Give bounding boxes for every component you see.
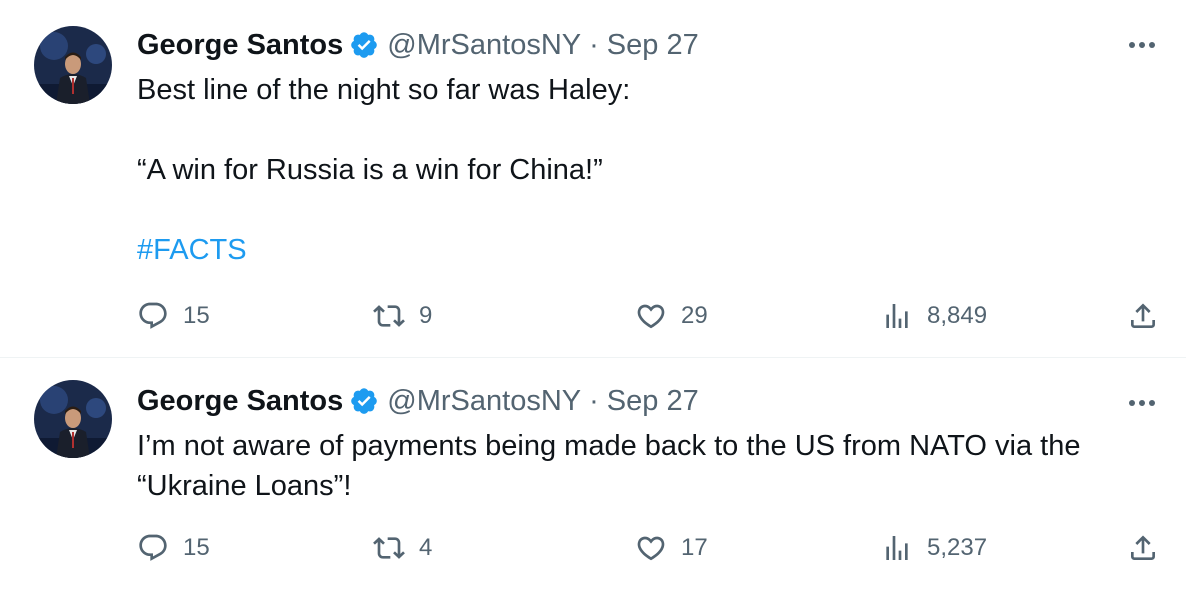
heart-icon: [637, 536, 665, 561]
avatar[interactable]: [34, 380, 112, 458]
share-button[interactable]: [1127, 528, 1159, 568]
heart-icon: [637, 304, 665, 329]
speech-bubble-icon: [139, 534, 167, 561]
retweet-button[interactable]: 9: [373, 296, 432, 336]
views-button[interactable]: 8,849: [881, 296, 987, 336]
like-button[interactable]: 17: [635, 528, 708, 568]
author-handle[interactable]: @MrSantosNY: [387, 382, 581, 420]
retweet-count: 9: [419, 302, 433, 329]
tweet-text-line: I’m not aware of payments being made bac…: [137, 430, 1081, 462]
like-count: 29: [681, 302, 708, 329]
author-handle[interactable]: @MrSantosNY: [387, 26, 581, 64]
bar-chart-icon: [886, 304, 908, 328]
reply-button[interactable]: 15: [137, 528, 210, 568]
more-options-button[interactable]: [1124, 388, 1160, 418]
author-name[interactable]: George Santos: [137, 26, 343, 64]
views-count: 5,237: [927, 534, 988, 561]
retweet-count: 4: [419, 534, 433, 561]
reply-count: 15: [183, 302, 210, 329]
tweet-header: George Santos @MrSantosNY · Sep 27: [137, 382, 699, 420]
verified-badge-icon: [349, 386, 379, 416]
bar-chart-icon: [886, 536, 908, 560]
ellipsis-icon: [1129, 400, 1135, 406]
views-count: 8,849: [927, 302, 988, 329]
retweet-arrows-icon: [373, 537, 405, 559]
author-name[interactable]: George Santos: [137, 382, 343, 420]
reply-button[interactable]: 15: [137, 296, 210, 336]
retweet-arrows-icon: [373, 305, 405, 327]
ellipsis-icon: [1129, 42, 1135, 48]
avatar[interactable]: [34, 26, 112, 104]
views-button[interactable]: 5,237: [881, 528, 987, 568]
share-button[interactable]: [1127, 296, 1159, 336]
line-break: [137, 110, 1147, 150]
tweet[interactable]: George Santos @MrSantosNY · Sep 27 I’m n…: [0, 358, 1186, 590]
tweet[interactable]: George Santos @MrSantosNY · Sep 27 Best …: [0, 0, 1186, 358]
tweet-text-line: “A win for Russia is a win for China!”: [137, 154, 603, 186]
speech-bubble-icon: [139, 302, 167, 329]
tweet-date[interactable]: Sep 27: [607, 382, 699, 420]
share-upload-icon: [1131, 303, 1155, 328]
reply-count: 15: [183, 534, 210, 561]
share-upload-icon: [1131, 535, 1155, 560]
tweet-text: I’m not aware of payments being made bac…: [137, 426, 1147, 506]
like-button[interactable]: 29: [635, 296, 708, 336]
tweet-text-line: Best line of the night so far was Haley:: [137, 74, 631, 106]
line-break: [137, 190, 1147, 230]
tweet-actions: 15 9 29 8,849: [137, 296, 1167, 336]
tweet-text: Best line of the night so far was Haley:…: [137, 70, 1147, 270]
retweet-button[interactable]: 4: [373, 528, 432, 568]
separator-dot: ·: [589, 29, 599, 61]
more-options-button[interactable]: [1124, 30, 1160, 60]
like-count: 17: [681, 534, 708, 561]
tweet-text-line: “Ukraine Loans”!: [137, 470, 352, 502]
hashtag-link[interactable]: #FACTS: [137, 230, 1147, 270]
tweet-header: George Santos @MrSantosNY · Sep 27: [137, 26, 699, 64]
tweet-actions: 15 4 17 5,237: [137, 528, 1167, 568]
verified-badge-icon: [349, 30, 379, 60]
separator-dot: ·: [589, 385, 599, 417]
tweet-date[interactable]: Sep 27: [607, 26, 699, 64]
